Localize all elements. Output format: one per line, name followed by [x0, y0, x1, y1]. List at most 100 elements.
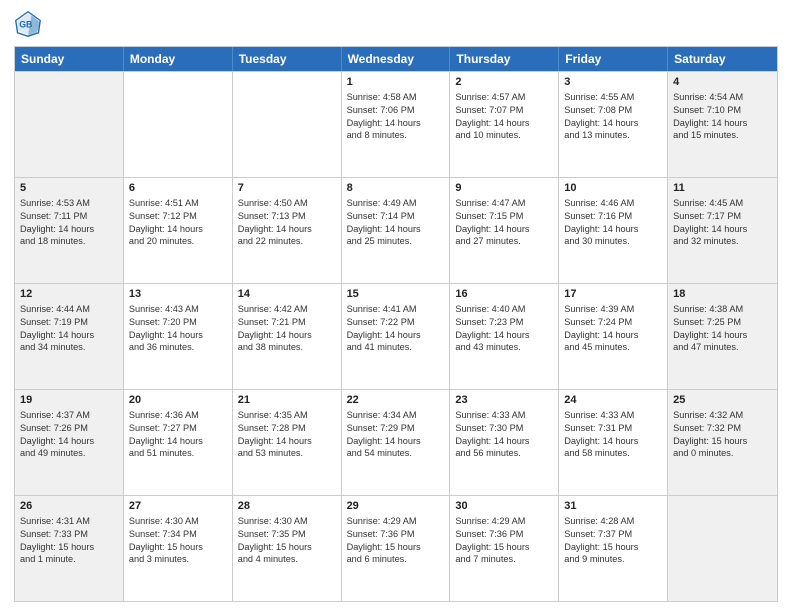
calendar-cell: 27Sunrise: 4:30 AM Sunset: 7:34 PM Dayli…: [124, 496, 233, 601]
calendar-cell: 30Sunrise: 4:29 AM Sunset: 7:36 PM Dayli…: [450, 496, 559, 601]
calendar-week-2: 5Sunrise: 4:53 AM Sunset: 7:11 PM Daylig…: [15, 177, 777, 283]
calendar: SundayMondayTuesdayWednesdayThursdayFrid…: [14, 46, 778, 602]
calendar-cell: 28Sunrise: 4:30 AM Sunset: 7:35 PM Dayli…: [233, 496, 342, 601]
day-number: 22: [347, 393, 445, 408]
calendar-week-3: 12Sunrise: 4:44 AM Sunset: 7:19 PM Dayli…: [15, 283, 777, 389]
cell-info: Sunrise: 4:28 AM Sunset: 7:37 PM Dayligh…: [564, 515, 662, 567]
cell-info: Sunrise: 4:31 AM Sunset: 7:33 PM Dayligh…: [20, 515, 118, 567]
cell-info: Sunrise: 4:41 AM Sunset: 7:22 PM Dayligh…: [347, 303, 445, 355]
calendar-cell: 10Sunrise: 4:46 AM Sunset: 7:16 PM Dayli…: [559, 178, 668, 283]
day-number: 6: [129, 181, 227, 196]
cell-info: Sunrise: 4:47 AM Sunset: 7:15 PM Dayligh…: [455, 197, 553, 249]
day-number: 24: [564, 393, 662, 408]
day-number: 15: [347, 287, 445, 302]
day-number: 14: [238, 287, 336, 302]
svg-text:GB: GB: [19, 20, 32, 30]
cell-info: Sunrise: 4:29 AM Sunset: 7:36 PM Dayligh…: [347, 515, 445, 567]
day-number: 17: [564, 287, 662, 302]
cell-info: Sunrise: 4:38 AM Sunset: 7:25 PM Dayligh…: [673, 303, 772, 355]
cell-info: Sunrise: 4:53 AM Sunset: 7:11 PM Dayligh…: [20, 197, 118, 249]
calendar-cell: 1Sunrise: 4:58 AM Sunset: 7:06 PM Daylig…: [342, 72, 451, 177]
cell-info: Sunrise: 4:55 AM Sunset: 7:08 PM Dayligh…: [564, 91, 662, 143]
calendar-cell: 8Sunrise: 4:49 AM Sunset: 7:14 PM Daylig…: [342, 178, 451, 283]
calendar-week-1: 1Sunrise: 4:58 AM Sunset: 7:06 PM Daylig…: [15, 71, 777, 177]
calendar-week-4: 19Sunrise: 4:37 AM Sunset: 7:26 PM Dayli…: [15, 389, 777, 495]
calendar-cell: 20Sunrise: 4:36 AM Sunset: 7:27 PM Dayli…: [124, 390, 233, 495]
calendar-cell: 17Sunrise: 4:39 AM Sunset: 7:24 PM Dayli…: [559, 284, 668, 389]
calendar-cell: 4Sunrise: 4:54 AM Sunset: 7:10 PM Daylig…: [668, 72, 777, 177]
page: GB SundayMondayTuesdayWednesdayThursdayF…: [0, 0, 792, 612]
cell-info: Sunrise: 4:30 AM Sunset: 7:34 PM Dayligh…: [129, 515, 227, 567]
day-number: 4: [673, 75, 772, 90]
day-number: 31: [564, 499, 662, 514]
calendar-cell: 2Sunrise: 4:57 AM Sunset: 7:07 PM Daylig…: [450, 72, 559, 177]
day-number: 12: [20, 287, 118, 302]
day-number: 19: [20, 393, 118, 408]
calendar-cell: 13Sunrise: 4:43 AM Sunset: 7:20 PM Dayli…: [124, 284, 233, 389]
day-header-monday: Monday: [124, 47, 233, 71]
day-number: 29: [347, 499, 445, 514]
calendar-cell: 26Sunrise: 4:31 AM Sunset: 7:33 PM Dayli…: [15, 496, 124, 601]
calendar-cell: [233, 72, 342, 177]
day-number: 9: [455, 181, 553, 196]
calendar-cell: 6Sunrise: 4:51 AM Sunset: 7:12 PM Daylig…: [124, 178, 233, 283]
day-header-tuesday: Tuesday: [233, 47, 342, 71]
day-number: 16: [455, 287, 553, 302]
cell-info: Sunrise: 4:35 AM Sunset: 7:28 PM Dayligh…: [238, 409, 336, 461]
calendar-cell: 21Sunrise: 4:35 AM Sunset: 7:28 PM Dayli…: [233, 390, 342, 495]
cell-info: Sunrise: 4:57 AM Sunset: 7:07 PM Dayligh…: [455, 91, 553, 143]
day-number: 10: [564, 181, 662, 196]
day-header-wednesday: Wednesday: [342, 47, 451, 71]
header: GB: [14, 10, 778, 38]
cell-info: Sunrise: 4:29 AM Sunset: 7:36 PM Dayligh…: [455, 515, 553, 567]
day-number: 1: [347, 75, 445, 90]
calendar-cell: 29Sunrise: 4:29 AM Sunset: 7:36 PM Dayli…: [342, 496, 451, 601]
day-number: 26: [20, 499, 118, 514]
calendar-cell: 3Sunrise: 4:55 AM Sunset: 7:08 PM Daylig…: [559, 72, 668, 177]
day-number: 2: [455, 75, 553, 90]
cell-info: Sunrise: 4:51 AM Sunset: 7:12 PM Dayligh…: [129, 197, 227, 249]
calendar-cell: 23Sunrise: 4:33 AM Sunset: 7:30 PM Dayli…: [450, 390, 559, 495]
calendar-cell: 15Sunrise: 4:41 AM Sunset: 7:22 PM Dayli…: [342, 284, 451, 389]
cell-info: Sunrise: 4:34 AM Sunset: 7:29 PM Dayligh…: [347, 409, 445, 461]
day-header-sunday: Sunday: [15, 47, 124, 71]
calendar-cell: 14Sunrise: 4:42 AM Sunset: 7:21 PM Dayli…: [233, 284, 342, 389]
day-number: 25: [673, 393, 772, 408]
cell-info: Sunrise: 4:50 AM Sunset: 7:13 PM Dayligh…: [238, 197, 336, 249]
calendar-cell: 19Sunrise: 4:37 AM Sunset: 7:26 PM Dayli…: [15, 390, 124, 495]
calendar-cell: 7Sunrise: 4:50 AM Sunset: 7:13 PM Daylig…: [233, 178, 342, 283]
cell-info: Sunrise: 4:45 AM Sunset: 7:17 PM Dayligh…: [673, 197, 772, 249]
calendar-cell: 11Sunrise: 4:45 AM Sunset: 7:17 PM Dayli…: [668, 178, 777, 283]
cell-info: Sunrise: 4:37 AM Sunset: 7:26 PM Dayligh…: [20, 409, 118, 461]
day-header-thursday: Thursday: [450, 47, 559, 71]
day-number: 7: [238, 181, 336, 196]
day-number: 5: [20, 181, 118, 196]
day-number: 21: [238, 393, 336, 408]
cell-info: Sunrise: 4:54 AM Sunset: 7:10 PM Dayligh…: [673, 91, 772, 143]
calendar-cell: [668, 496, 777, 601]
day-number: 13: [129, 287, 227, 302]
logo: GB: [14, 10, 46, 38]
calendar-cell: 25Sunrise: 4:32 AM Sunset: 7:32 PM Dayli…: [668, 390, 777, 495]
calendar-cell: [15, 72, 124, 177]
cell-info: Sunrise: 4:30 AM Sunset: 7:35 PM Dayligh…: [238, 515, 336, 567]
calendar-header-row: SundayMondayTuesdayWednesdayThursdayFrid…: [15, 47, 777, 71]
calendar-cell: 22Sunrise: 4:34 AM Sunset: 7:29 PM Dayli…: [342, 390, 451, 495]
cell-info: Sunrise: 4:40 AM Sunset: 7:23 PM Dayligh…: [455, 303, 553, 355]
cell-info: Sunrise: 4:42 AM Sunset: 7:21 PM Dayligh…: [238, 303, 336, 355]
calendar-cell: [124, 72, 233, 177]
calendar-cell: 31Sunrise: 4:28 AM Sunset: 7:37 PM Dayli…: [559, 496, 668, 601]
day-number: 18: [673, 287, 772, 302]
day-number: 11: [673, 181, 772, 196]
cell-info: Sunrise: 4:39 AM Sunset: 7:24 PM Dayligh…: [564, 303, 662, 355]
day-number: 8: [347, 181, 445, 196]
day-header-friday: Friday: [559, 47, 668, 71]
cell-info: Sunrise: 4:33 AM Sunset: 7:31 PM Dayligh…: [564, 409, 662, 461]
cell-info: Sunrise: 4:58 AM Sunset: 7:06 PM Dayligh…: [347, 91, 445, 143]
calendar-cell: 24Sunrise: 4:33 AM Sunset: 7:31 PM Dayli…: [559, 390, 668, 495]
calendar-cell: 5Sunrise: 4:53 AM Sunset: 7:11 PM Daylig…: [15, 178, 124, 283]
day-number: 3: [564, 75, 662, 90]
cell-info: Sunrise: 4:32 AM Sunset: 7:32 PM Dayligh…: [673, 409, 772, 461]
day-number: 27: [129, 499, 227, 514]
cell-info: Sunrise: 4:36 AM Sunset: 7:27 PM Dayligh…: [129, 409, 227, 461]
